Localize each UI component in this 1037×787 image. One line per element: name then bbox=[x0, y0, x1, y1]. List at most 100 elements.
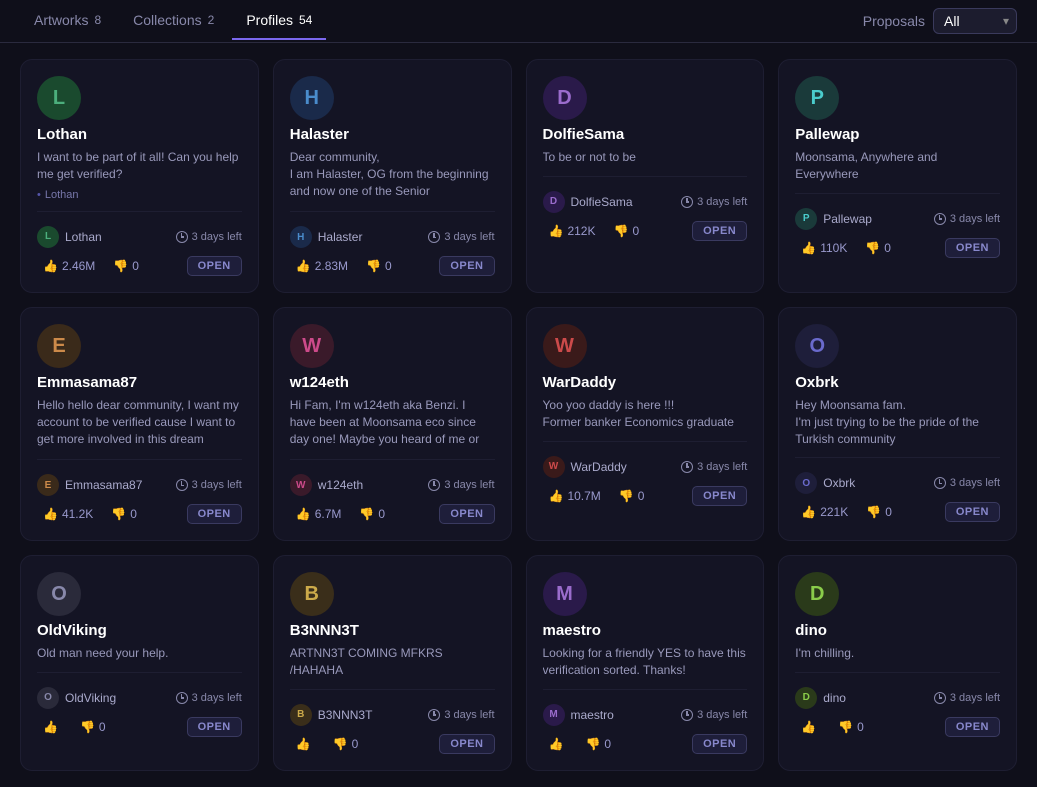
card-timer-oldviking: 3 days left bbox=[176, 692, 242, 704]
card-timer-text-wardaddy: 3 days left bbox=[697, 461, 747, 473]
card-b3nnn3t: B B3NNN3T ARTNN3T COMING MFKRS /HAHAHA B… bbox=[273, 555, 512, 771]
downvote-btn-halaster[interactable]: 0 bbox=[360, 257, 398, 275]
downvote-count-maestro: 0 bbox=[604, 737, 611, 751]
thumb-up-icon-lothan bbox=[43, 259, 58, 273]
card-halaster: H Halaster Dear community,I am Halaster,… bbox=[273, 59, 512, 293]
vote-group-oxbrk: 221K 0 bbox=[795, 503, 898, 521]
card-user-info-b3nnn3t: B B3NNN3T bbox=[290, 704, 373, 726]
tab-profiles[interactable]: Profiles 54 bbox=[232, 2, 326, 40]
vote-group-oldviking: 0 bbox=[37, 718, 112, 736]
card-username-pallewap: Pallewap bbox=[823, 212, 872, 226]
card-divider-oxbrk bbox=[795, 457, 1000, 458]
card-divider-dolfiesama bbox=[543, 176, 748, 177]
downvote-btn-lothan[interactable]: 0 bbox=[107, 257, 145, 275]
downvote-count-b3nnn3t: 0 bbox=[352, 737, 359, 751]
card-header-pallewap: P Pallewap Moonsama, Anywhere and Everyw… bbox=[795, 76, 1000, 183]
open-btn-oldviking[interactable]: OPEN bbox=[187, 717, 242, 737]
downvote-btn-b3nnn3t[interactable]: 0 bbox=[327, 735, 365, 753]
card-user-info-oldviking: O OldViking bbox=[37, 687, 116, 709]
open-btn-dolfiesama[interactable]: OPEN bbox=[692, 221, 747, 241]
card-name-dolfiesama: DolfieSama bbox=[543, 126, 748, 143]
open-btn-lothan[interactable]: OPEN bbox=[187, 256, 242, 276]
upvote-btn-oldviking[interactable] bbox=[37, 718, 68, 736]
clock-icon-dino bbox=[934, 692, 946, 704]
card-name-lothan: Lothan bbox=[37, 126, 242, 143]
downvote-count-wardaddy: 0 bbox=[638, 489, 645, 503]
downvote-btn-dolfiesama[interactable]: 0 bbox=[607, 222, 645, 240]
upvote-btn-dino[interactable] bbox=[795, 718, 826, 736]
card-user-info-lothan: L Lothan bbox=[37, 226, 102, 248]
downvote-btn-oldviking[interactable]: 0 bbox=[74, 718, 112, 736]
tab-artworks-count: 8 bbox=[94, 13, 101, 27]
upvote-count-oxbrk: 221K bbox=[820, 505, 848, 519]
clock-icon-lothan bbox=[176, 231, 188, 243]
card-footer-maestro: M maestro 3 days left bbox=[543, 704, 748, 726]
card-wardaddy: W WarDaddy Yoo yoo daddy is here !!!Form… bbox=[526, 307, 765, 541]
proposals-select[interactable]: All Open Closed bbox=[933, 8, 1017, 34]
downvote-btn-oxbrk[interactable]: 0 bbox=[860, 503, 898, 521]
downvote-btn-w124eth[interactable]: 0 bbox=[353, 505, 391, 523]
downvote-btn-maestro[interactable]: 0 bbox=[579, 735, 617, 753]
card-divider-halaster bbox=[290, 211, 495, 212]
card-header-oldviking: O OldViking Old man need your help. bbox=[37, 572, 242, 662]
card-name-oldviking: OldViking bbox=[37, 622, 242, 639]
upvote-btn-halaster[interactable]: 2.83M bbox=[290, 257, 354, 275]
tab-collections[interactable]: Collections 2 bbox=[119, 2, 228, 40]
card-user-avatar-oldviking: O bbox=[37, 687, 59, 709]
clock-icon-w124eth bbox=[428, 479, 440, 491]
card-header-halaster: H Halaster Dear community,I am Halaster,… bbox=[290, 76, 495, 201]
downvote-btn-wardaddy[interactable]: 0 bbox=[613, 487, 651, 505]
card-footer-pallewap: P Pallewap 3 days left bbox=[795, 208, 1000, 230]
card-desc-w124eth: Hi Fam, I'm w124eth aka Benzi. I have be… bbox=[290, 397, 495, 449]
upvote-btn-dolfiesama[interactable]: 212K bbox=[543, 222, 602, 240]
tab-profiles-label: Profiles bbox=[246, 12, 293, 28]
upvote-count-lothan: 2.46M bbox=[62, 259, 95, 273]
thumb-down-icon-lothan bbox=[113, 259, 128, 273]
upvote-btn-w124eth[interactable]: 6.7M bbox=[290, 505, 348, 523]
open-btn-maestro[interactable]: OPEN bbox=[692, 734, 747, 754]
downvote-btn-pallewap[interactable]: 0 bbox=[859, 239, 897, 257]
open-btn-wardaddy[interactable]: OPEN bbox=[692, 486, 747, 506]
upvote-count-w124eth: 6.7M bbox=[315, 507, 342, 521]
open-btn-halaster[interactable]: OPEN bbox=[439, 256, 494, 276]
card-vote-row-dino: 0 OPEN bbox=[795, 717, 1000, 737]
card-desc-wardaddy: Yoo yoo daddy is here !!!Former banker E… bbox=[543, 397, 748, 431]
tab-artworks[interactable]: Artworks 8 bbox=[20, 2, 115, 40]
clock-icon-b3nnn3t bbox=[428, 709, 440, 721]
card-user-avatar-emmasama87: E bbox=[37, 474, 59, 496]
upvote-btn-oxbrk[interactable]: 221K bbox=[795, 503, 854, 521]
card-user-avatar-dolfiesama: D bbox=[543, 191, 565, 213]
open-btn-pallewap[interactable]: OPEN bbox=[945, 238, 1000, 258]
upvote-btn-b3nnn3t[interactable] bbox=[290, 735, 321, 753]
upvote-btn-pallewap[interactable]: 110K bbox=[795, 239, 853, 257]
upvote-btn-maestro[interactable] bbox=[543, 735, 574, 753]
card-username-maestro: maestro bbox=[571, 708, 614, 722]
card-user-info-oxbrk: O Oxbrk bbox=[795, 472, 855, 494]
open-btn-b3nnn3t[interactable]: OPEN bbox=[439, 734, 494, 754]
card-username-lothan: Lothan bbox=[65, 230, 102, 244]
card-pallewap: P Pallewap Moonsama, Anywhere and Everyw… bbox=[778, 59, 1017, 293]
thumb-up-icon-oxbrk bbox=[801, 505, 816, 519]
vote-group-pallewap: 110K 0 bbox=[795, 239, 897, 257]
downvote-btn-dino[interactable]: 0 bbox=[832, 718, 870, 736]
downvote-count-pallewap: 0 bbox=[884, 241, 891, 255]
open-btn-w124eth[interactable]: OPEN bbox=[439, 504, 494, 524]
open-btn-oxbrk[interactable]: OPEN bbox=[945, 502, 1000, 522]
open-btn-dino[interactable]: OPEN bbox=[945, 717, 1000, 737]
thumb-down-icon-maestro bbox=[585, 737, 600, 751]
card-header-wardaddy: W WarDaddy Yoo yoo daddy is here !!!Form… bbox=[543, 324, 748, 431]
card-desc-pallewap: Moonsama, Anywhere and Everywhere bbox=[795, 149, 1000, 183]
clock-icon-emmasama87 bbox=[176, 479, 188, 491]
downvote-btn-emmasama87[interactable]: 0 bbox=[105, 505, 143, 523]
downvote-count-w124eth: 0 bbox=[378, 507, 385, 521]
thumb-up-icon-b3nnn3t bbox=[296, 737, 311, 751]
card-vote-row-oldviking: 0 OPEN bbox=[37, 717, 242, 737]
upvote-btn-lothan[interactable]: 2.46M bbox=[37, 257, 101, 275]
upvote-btn-emmasama87[interactable]: 41.2K bbox=[37, 505, 99, 523]
card-timer-text-pallewap: 3 days left bbox=[950, 213, 1000, 225]
card-timer-text-dolfiesama: 3 days left bbox=[697, 196, 747, 208]
card-avatar-dino: D bbox=[795, 572, 839, 616]
open-btn-emmasama87[interactable]: OPEN bbox=[187, 504, 242, 524]
card-user-avatar-w124eth: W bbox=[290, 474, 312, 496]
upvote-btn-wardaddy[interactable]: 10.7M bbox=[543, 487, 607, 505]
